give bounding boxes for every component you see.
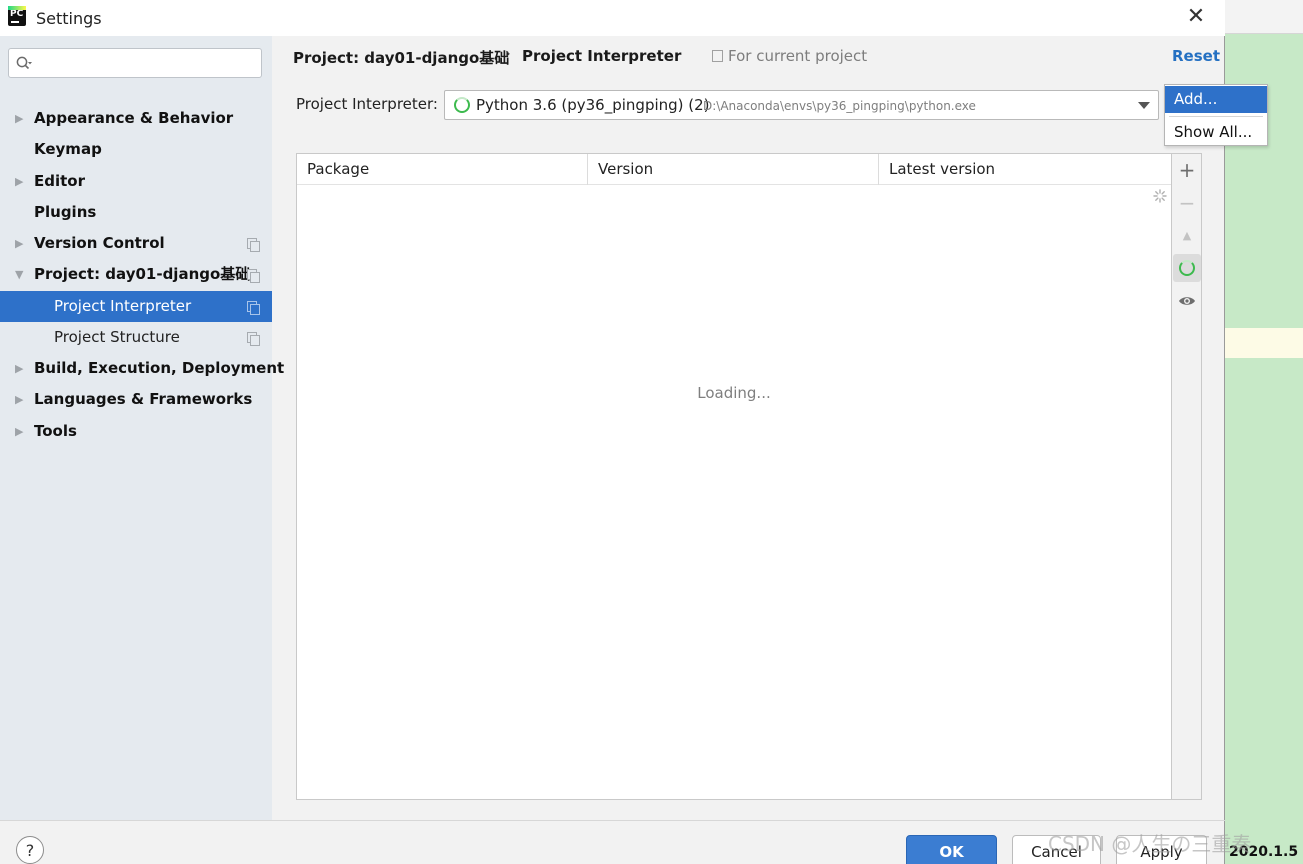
- project-scope-icon: [247, 301, 260, 315]
- expand-right-icon[interactable]: ▶: [15, 384, 27, 415]
- sidebar-item[interactable]: Project Structure: [0, 322, 272, 353]
- loading-spinner-icon: [1153, 189, 1167, 203]
- watermark: CSDN @人生の三重奏: [1048, 832, 1252, 856]
- sidebar-item-label: Editor: [34, 172, 85, 190]
- breadcrumb-separator-icon: ›: [505, 46, 511, 62]
- background-highlight-line: [1225, 328, 1303, 358]
- expand-right-icon[interactable]: ▶: [15, 416, 27, 447]
- ok-button[interactable]: OK: [906, 835, 997, 864]
- menu-item-add[interactable]: Add...: [1165, 86, 1267, 113]
- column-header-latest-version[interactable]: Latest version: [878, 154, 1171, 185]
- sidebar-item[interactable]: ▶ Appearance & Behavior: [0, 103, 272, 134]
- expand-down-icon[interactable]: ▼: [15, 259, 27, 290]
- refresh-spinner-icon[interactable]: [1173, 254, 1201, 282]
- footer-divider: [0, 820, 1225, 821]
- expand-right-icon[interactable]: ▶: [15, 353, 27, 384]
- column-header-package[interactable]: Package: [297, 154, 587, 185]
- sidebar-item-label: Plugins: [34, 203, 97, 221]
- sidebar-item-label: Project Structure: [54, 328, 180, 346]
- plus-icon[interactable]: +: [1173, 156, 1201, 184]
- python-spinner-icon: [454, 97, 470, 113]
- sidebar-item[interactable]: ▶ Build, Execution, Deployment: [0, 353, 284, 384]
- sidebar-item[interactable]: Plugins: [0, 197, 272, 228]
- minus-icon[interactable]: −: [1173, 189, 1201, 217]
- window-title: Settings: [36, 9, 102, 28]
- interpreter-path: D:\Anaconda\envs\py36_pingping\python.ex…: [703, 99, 976, 113]
- sidebar-item[interactable]: ▶ Version Control: [0, 228, 272, 259]
- close-icon[interactable]: ✕: [1182, 4, 1210, 32]
- sidebar-item-label: Project Interpreter: [54, 297, 192, 315]
- sidebar-item-label: Keymap: [34, 140, 102, 158]
- search-icon: [16, 56, 32, 70]
- project-scope-icon: [247, 238, 260, 252]
- project-scope-icon: [247, 332, 260, 346]
- menu-item-show-all[interactable]: Show All...: [1165, 119, 1267, 146]
- settings-dialog: PC Settings ✕ ▶ Appearance & Behavior Keym…: [0, 0, 1268, 864]
- packages-toolbar: + − ▲: [1172, 153, 1202, 800]
- expand-right-icon[interactable]: ▶: [15, 228, 27, 259]
- reset-link[interactable]: Reset: [1172, 47, 1220, 65]
- page-title: Project Interpreter: [522, 47, 682, 65]
- interpreter-label: Project Interpreter:: [296, 95, 438, 113]
- expand-right-icon[interactable]: ▶: [15, 103, 27, 134]
- menu-divider: [1169, 116, 1263, 117]
- breadcrumb-parent[interactable]: Project: day01-django基础: [293, 47, 509, 68]
- up-triangle-icon[interactable]: ▲: [1173, 222, 1201, 250]
- eye-icon[interactable]: [1173, 287, 1201, 315]
- sidebar-item[interactable]: ▼ Project: day01-django基础: [0, 259, 272, 290]
- settings-search-input[interactable]: [8, 48, 262, 78]
- dropdown-arrow-icon[interactable]: [1138, 102, 1150, 109]
- pycharm-logo-icon: PC: [8, 6, 26, 26]
- sidebar-item-label: Languages & Frameworks: [34, 390, 253, 408]
- sidebar-item[interactable]: ▶ Editor: [0, 166, 272, 197]
- project-scope-icon: [247, 269, 260, 283]
- sidebar-item[interactable]: ▶ Languages & Frameworks: [0, 384, 272, 415]
- sidebar-item-label: Build, Execution, Deployment: [34, 359, 285, 377]
- interpreter-options-menu: Add... Show All...: [1164, 84, 1268, 146]
- sidebar-item[interactable]: ▶ Tools: [0, 416, 272, 447]
- interpreter-name: Python 3.6 (py36_pingping) (2): [476, 96, 710, 114]
- expand-right-icon[interactable]: ▶: [15, 166, 27, 197]
- scope-hint-text: For current project: [728, 47, 868, 65]
- packages-table: Package Version Latest version Loading..…: [296, 153, 1172, 800]
- sidebar-item[interactable]: Keymap: [0, 134, 272, 165]
- title-bar: PC Settings ✕: [0, 0, 1225, 36]
- help-button[interactable]: ?: [16, 836, 44, 864]
- copy-icon: [712, 50, 723, 62]
- background-topband: [1225, 0, 1303, 34]
- interpreter-select[interactable]: Python 3.6 (py36_pingping) (2) D:\Anacon…: [444, 90, 1159, 120]
- settings-sidebar: ▶ Appearance & Behavior Keymap ▶ Editor Plugi…: [0, 36, 284, 820]
- table-header: Package Version Latest version: [297, 154, 1171, 185]
- scope-hint: For current project: [712, 47, 867, 65]
- loading-text: Loading...: [697, 384, 771, 402]
- sidebar-item-label: Version Control: [34, 234, 165, 252]
- sidebar-item-label: Tools: [34, 422, 77, 440]
- sidebar-item-label: Appearance & Behavior: [34, 109, 234, 127]
- column-header-version[interactable]: Version: [587, 154, 878, 185]
- sidebar-item[interactable]: Project Interpreter: [0, 291, 272, 322]
- sidebar-item-label: Project: day01-django基础: [34, 265, 251, 283]
